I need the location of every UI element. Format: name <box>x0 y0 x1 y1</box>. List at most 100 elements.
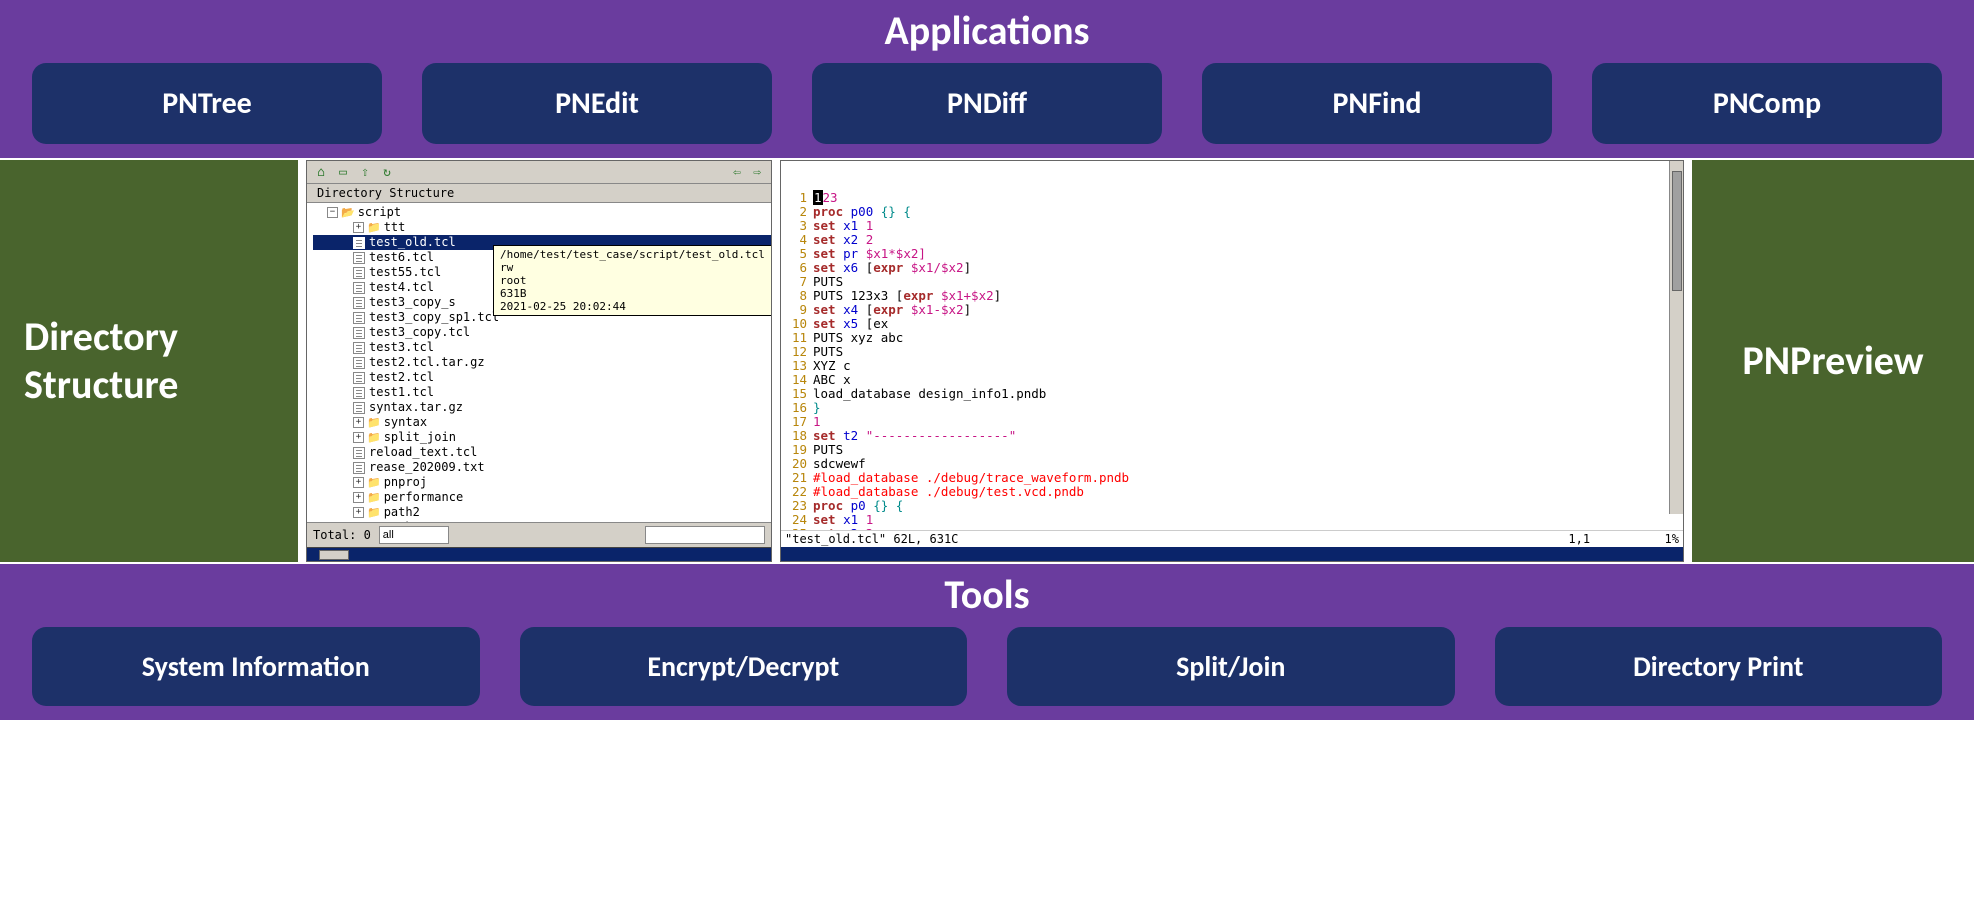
line-number: 12 <box>785 345 813 359</box>
line-number: 7 <box>785 275 813 289</box>
expander-icon[interactable]: + <box>353 417 364 428</box>
file-icon <box>353 267 365 279</box>
code-line: 14ABC x <box>785 373 1679 387</box>
pnedit-button[interactable]: PNEdit <box>422 63 772 144</box>
code-line: 20sdcwewf <box>785 457 1679 471</box>
encrypt-decrypt-button[interactable]: Encrypt/Decrypt <box>520 627 968 706</box>
code-line: 16} <box>785 401 1679 415</box>
expander-icon[interactable]: + <box>353 222 364 233</box>
forward-icon[interactable]: ⇨ <box>749 164 765 180</box>
line-number: 15 <box>785 387 813 401</box>
tree-label: syntax <box>384 415 427 430</box>
tree-folder[interactable]: +path2 <box>313 505 771 520</box>
expander-icon[interactable]: + <box>353 492 364 503</box>
tree-label: test3_copy_s <box>369 295 456 310</box>
file-icon <box>353 312 365 324</box>
tree-label: test3_copy.tcl <box>369 325 470 340</box>
tree-folder[interactable]: + performance <box>313 490 771 505</box>
book-icon[interactable]: ▭ <box>335 164 351 180</box>
tree-label: script <box>358 205 401 220</box>
tree-folder-ttt[interactable]: + ttt <box>313 220 771 235</box>
scrollbar-thumb[interactable] <box>1672 171 1682 291</box>
expander-icon[interactable]: + <box>353 477 364 488</box>
pntree-button[interactable]: PNTree <box>32 63 382 144</box>
tree-label: ttt <box>384 220 406 235</box>
line-number: 6 <box>785 261 813 275</box>
search-input[interactable] <box>645 526 765 544</box>
line-number: 2 <box>785 205 813 219</box>
tree-label: syntax.tar.gz <box>369 400 463 415</box>
editor-hscrollbar[interactable] <box>781 547 1683 561</box>
tree-item[interactable]: test2.tcl <box>313 370 771 385</box>
folder-icon <box>367 220 384 235</box>
split-join-button[interactable]: Split/Join <box>1007 627 1455 706</box>
expander-icon[interactable]: + <box>353 432 364 443</box>
tree-folder[interactable]: +path1 <box>313 520 771 522</box>
pncomp-button[interactable]: PNComp <box>1592 63 1942 144</box>
tree-body[interactable]: − script + ttt test_old.tcl test6.tcltes… <box>307 203 771 522</box>
tree-label: test3.tcl <box>369 340 434 355</box>
tree-folder[interactable]: +split_join <box>313 430 771 445</box>
editor-vscrollbar[interactable] <box>1669 161 1683 514</box>
file-icon <box>353 402 365 414</box>
line-number: 9 <box>785 303 813 317</box>
tree-folder[interactable]: + syntax <box>313 415 771 430</box>
file-icon <box>353 327 365 339</box>
tree-label: test_old.tcl <box>369 235 456 250</box>
tooltip-date: 2021-02-25 20:02:44 <box>500 300 765 313</box>
refresh-icon[interactable]: ↻ <box>379 164 395 180</box>
pnfind-button[interactable]: PNFind <box>1202 63 1552 144</box>
up-arrow-icon[interactable]: ⇧ <box>357 164 373 180</box>
code-line: 22#load_database ./debug/test.vcd.pndb <box>785 485 1679 499</box>
tree-item[interactable]: syntax.tar.gz <box>313 400 771 415</box>
tree-folder[interactable]: +pnproj <box>313 475 771 490</box>
code-line: 2proc p00 {} { <box>785 205 1679 219</box>
tree-hscrollbar[interactable] <box>307 547 771 561</box>
code-line: 1123 <box>785 191 1679 205</box>
tree-item[interactable]: test3.tcl <box>313 340 771 355</box>
tree-label: performance <box>384 490 463 505</box>
tree-toolbar: ⌂ ▭ ⇧ ↻ ⇦ ⇨ <box>307 161 771 184</box>
home-icon[interactable]: ⌂ <box>313 164 329 180</box>
pndiff-button[interactable]: PNDiff <box>812 63 1162 144</box>
code-line: 6set x6 [expr $x1/$x2] <box>785 261 1679 275</box>
file-icon <box>353 372 365 384</box>
tree-item[interactable]: test3_copy.tcl <box>313 325 771 340</box>
expander-icon[interactable]: − <box>327 207 338 218</box>
line-number: 21 <box>785 471 813 485</box>
expander-icon[interactable]: + <box>353 507 364 518</box>
directory-print-button[interactable]: Directory Print <box>1495 627 1943 706</box>
tree-item[interactable]: test2.tcl.tar.gz <box>313 355 771 370</box>
tools-button-row: System Information Encrypt/Decrypt Split… <box>12 627 1962 706</box>
line-number: 22 <box>785 485 813 499</box>
filter-input[interactable] <box>379 526 449 544</box>
left-label-line2: Structure <box>24 361 178 409</box>
code-line: 24set x1 1 <box>785 513 1679 527</box>
system-information-button[interactable]: System Information <box>32 627 480 706</box>
code-line: 11PUTS xyz abc <box>785 331 1679 345</box>
editor-status-file: "test_old.tcl" 62L, 631C <box>785 532 958 546</box>
code-area[interactable]: 11232proc p00 {} {3set x1 14set x2 25set… <box>781 161 1683 530</box>
tree-item[interactable]: rease_202009.txt <box>313 460 771 475</box>
line-number: 5 <box>785 247 813 261</box>
tooltip-path: /home/test/test_case/script/test_old.tcl <box>500 248 765 261</box>
code-line: 12PUTS <box>785 345 1679 359</box>
tree-label: test2.tcl.tar.gz <box>369 355 485 370</box>
tree-item[interactable]: reload_text.tcl <box>313 445 771 460</box>
tree-label: test2.tcl <box>369 370 434 385</box>
file-icon <box>353 462 365 474</box>
folder-icon <box>367 415 384 430</box>
folder-open-icon <box>341 205 358 220</box>
code-line: 5set pr $x1*$x2] <box>785 247 1679 261</box>
tree-panel: ⌂ ▭ ⇧ ↻ ⇦ ⇨ Directory Structure − script… <box>306 160 772 562</box>
editor-status-bar: "test_old.tcl" 62L, 631C 1,1 1% <box>781 530 1683 547</box>
tree-item[interactable]: test1.tcl <box>313 385 771 400</box>
line-number: 11 <box>785 331 813 345</box>
applications-title: Applications <box>12 4 1962 63</box>
code-line: 10set x5 [ex <box>785 317 1679 331</box>
back-icon[interactable]: ⇦ <box>729 164 745 180</box>
tooltip-size: 631B <box>500 287 765 300</box>
scrollbar-thumb[interactable] <box>319 550 349 560</box>
tree-root[interactable]: − script <box>313 205 771 220</box>
line-number: 14 <box>785 373 813 387</box>
